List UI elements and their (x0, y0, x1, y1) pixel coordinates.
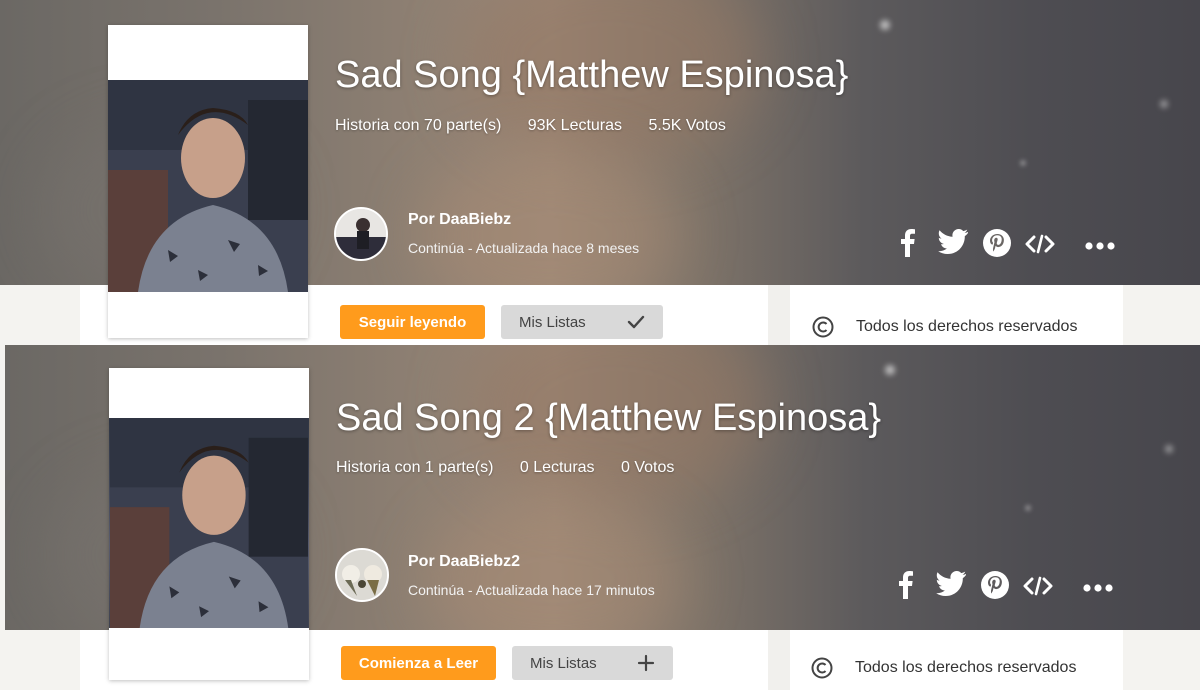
add-to-list-button[interactable]: Mis Listas (501, 305, 663, 339)
story-title: Sad Song 2 {Matthew Espinosa} (336, 397, 882, 439)
more-options-icon[interactable] (1085, 241, 1115, 251)
twitter-icon[interactable] (938, 229, 968, 255)
parts-count: Historia con 70 parte(s) (335, 117, 502, 134)
continue-reading-button[interactable]: Seguir leyendo (340, 305, 485, 339)
votes-count: 5.5K Votos (648, 117, 726, 134)
votes-count: 0 Votos (621, 459, 675, 476)
list-button-label: Mis Listas (519, 313, 586, 331)
copyright-notice: Todos los derechos reservados (812, 316, 1077, 338)
more-options-icon[interactable] (1083, 583, 1113, 593)
copyright-notice: Todos los derechos reservados (811, 657, 1076, 679)
twitter-icon[interactable] (936, 571, 966, 597)
rights-text: Todos los derechos reservados (855, 659, 1077, 676)
story-cover[interactable] (108, 25, 308, 338)
story-card: Sad Song {Matthew Espinosa} Historia con… (0, 0, 1200, 345)
check-icon (627, 315, 645, 329)
start-reading-button[interactable]: Comienza a Leer (341, 646, 496, 680)
rights-text: Todos los derechos reservados (856, 318, 1078, 335)
story-card: Sad Song 2 {Matthew Espinosa} Historia c… (0, 345, 1200, 690)
reads-count: 93K Lecturas (527, 117, 623, 134)
pinterest-icon[interactable] (981, 571, 1009, 599)
cover-image (109, 418, 309, 628)
author-avatar[interactable] (335, 548, 389, 602)
reads-count: 0 Lecturas (519, 459, 595, 476)
author-name[interactable]: Por DaaBiebz (408, 211, 511, 229)
story-cover[interactable] (109, 368, 309, 680)
story-stats: Historia con 1 parte(s) 0 Lecturas 0 Vot… (336, 459, 696, 477)
copyright-icon (811, 657, 833, 679)
embed-code-icon[interactable] (1025, 234, 1055, 254)
story-status: Continúa - Actualizada hace 17 minutos (408, 582, 655, 598)
author-name[interactable]: Por DaaBiebz2 (408, 553, 520, 571)
facebook-icon[interactable] (898, 571, 914, 599)
plus-icon (637, 654, 655, 672)
add-to-list-button[interactable]: Mis Listas (512, 646, 673, 680)
story-stats: Historia con 70 parte(s) 93K Lecturas 5.… (335, 117, 748, 135)
facebook-icon[interactable] (900, 229, 916, 257)
embed-code-icon[interactable] (1023, 576, 1053, 596)
section-divider (768, 285, 790, 345)
cover-image (108, 80, 308, 292)
section-divider (768, 630, 790, 690)
list-button-label: Mis Listas (530, 654, 597, 672)
author-avatar[interactable] (334, 207, 388, 261)
pinterest-icon[interactable] (983, 229, 1011, 257)
copyright-icon (812, 316, 834, 338)
story-title: Sad Song {Matthew Espinosa} (335, 54, 849, 96)
story-status: Continúa - Actualizada hace 8 meses (408, 240, 640, 256)
parts-count: Historia con 1 parte(s) (336, 459, 494, 476)
